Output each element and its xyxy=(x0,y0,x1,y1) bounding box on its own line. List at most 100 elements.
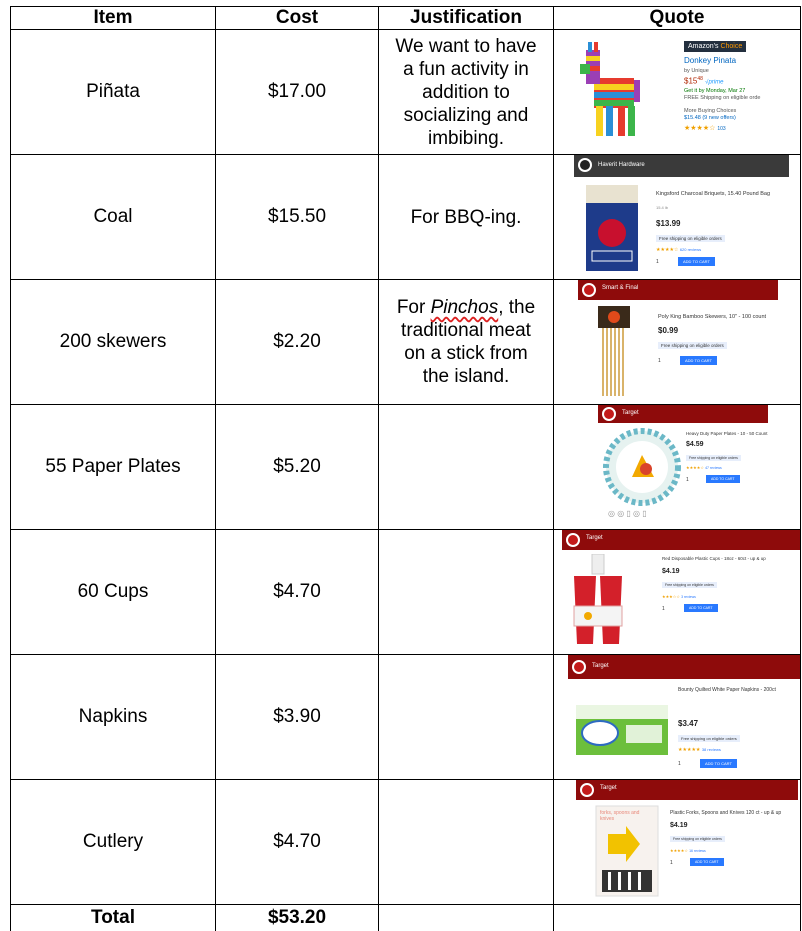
store-header: Target xyxy=(576,780,798,800)
amazon-quote-screenshot: Amazon's Choice Donkey Pinata by Unique … xyxy=(572,38,792,150)
rating-stars: ★★★★☆ 620 reviews xyxy=(656,247,702,253)
header-quote: Quote xyxy=(553,6,801,30)
cost-cell: $5.20 xyxy=(215,404,379,530)
item-cell: Napkins xyxy=(10,654,216,780)
cost-cell: $15.50 xyxy=(215,154,379,280)
pinata-image xyxy=(580,42,640,136)
quote-cell: Smart & Final Poly King Bamboo Skewers, … xyxy=(553,279,801,405)
store-logo-icon xyxy=(582,283,596,297)
cost-cell: $3.90 xyxy=(215,654,379,780)
quantity-select[interactable]: 1 xyxy=(678,761,681,767)
shipping-badge[interactable]: Free shipping on eligible orders xyxy=(662,582,717,588)
target-cups-quote-screenshot: Target Red Disposable Plastic Cups - 18o… xyxy=(562,530,800,650)
target-logo-icon xyxy=(572,660,586,674)
brand-text: by Unique xyxy=(684,68,709,74)
target-logo-icon xyxy=(566,533,580,547)
red-cups-image xyxy=(573,554,623,644)
product-title: Poly King Bamboo Skewers, 10" - 100 coun… xyxy=(658,314,767,320)
item-cell: 200 skewers xyxy=(10,279,216,405)
rating-stars: ★★★★☆ 47 reviews xyxy=(686,465,722,470)
store-header: Target xyxy=(568,655,800,679)
store-name: Haverit Hardware xyxy=(598,162,645,168)
offers-link[interactable]: $15.48 (9 new offers) xyxy=(684,115,736,121)
item-cell: 55 Paper Plates xyxy=(10,404,216,530)
header-justification: Justification xyxy=(378,6,554,30)
amazons-choice-badge: Amazon's Choice xyxy=(684,41,747,52)
target-plates-quote-screenshot: Target ◎ ◎ ▯ ◎ ▯ Heavy Duty Paper Plates… xyxy=(598,405,768,525)
quote-cell: Target Bounty Quilted White Paper Napkin… xyxy=(553,654,801,780)
shipping-badge[interactable]: Free shipping on eligible orders xyxy=(686,455,741,461)
store-header: Target xyxy=(562,530,800,550)
quote-cell: Target ◎ ◎ ▯ ◎ ▯ Heavy Duty Paper Plates… xyxy=(553,404,801,530)
target-cutlery-quote-screenshot: Target forks, spoons and knives Plastic … xyxy=(576,780,798,902)
store-name: Target xyxy=(586,535,603,541)
quantity-select[interactable]: 1 xyxy=(658,358,661,364)
product-title: Plastic Forks, Spoons and Knives 120 ct … xyxy=(670,810,782,816)
add-to-cart-button[interactable]: ADD TO CART xyxy=(680,356,717,365)
price-text: $4.19 xyxy=(670,822,688,829)
thumbnail-strip[interactable]: ◎ ◎ ▯ ◎ ▯ xyxy=(608,509,647,518)
quantity-select[interactable]: 1 xyxy=(662,606,665,612)
shipping-badge[interactable]: Free shipping on eligible orders xyxy=(670,836,725,842)
store-header: Target xyxy=(598,405,768,423)
table-row: Coal $15.50 For BBQ-ing. Haverit Hardwar… xyxy=(10,154,801,280)
header-cost: Cost xyxy=(215,6,379,30)
rating-stars: ★★★★☆ 103 xyxy=(684,125,726,132)
add-to-cart-button[interactable]: ADD TO CART xyxy=(706,475,740,483)
add-to-cart-button[interactable]: ADD TO CART xyxy=(690,858,724,866)
cost-cell: $4.70 xyxy=(215,779,379,905)
product-title: Kingsford Charcoal Briquets, 15.40 Pound… xyxy=(656,191,771,197)
package-label: forks, spoons and knives xyxy=(600,810,640,822)
product-title-link[interactable]: Donkey Pinata xyxy=(684,56,736,65)
target-logo-icon xyxy=(580,783,594,797)
justification-text: We want to have a fun activity in additi… xyxy=(395,35,537,149)
product-title: Heavy Duty Paper Plates - 10 - 50 Count xyxy=(686,431,768,436)
charcoal-bag-image xyxy=(586,185,638,271)
shipping-badge[interactable]: Free shipping on eligible orders xyxy=(658,342,727,349)
shipping-badge[interactable]: Free shipping on eligible orders xyxy=(678,735,740,742)
price-text: $13.99 xyxy=(656,219,681,228)
store-name: Target xyxy=(622,410,639,416)
store-header: Smart & Final xyxy=(578,280,778,300)
quote-cell: Haverit Hardware Kingsford Charcoal Briq… xyxy=(553,154,801,280)
price-text: $4.59 xyxy=(686,441,704,448)
justification-cell: For Pinchos, the traditional meat on a s… xyxy=(378,279,554,405)
justification-cell xyxy=(378,779,554,905)
justification-text: For xyxy=(396,297,431,318)
justification-italic: Pinchos xyxy=(430,297,499,318)
rating-stars: ★★★★★ 38 reviews xyxy=(678,747,721,753)
justification-cell: We want to have a fun activity in additi… xyxy=(378,29,554,155)
quantity-select[interactable]: 1 xyxy=(656,259,659,265)
budget-table: Item Cost Justification Quote Piñata $17… xyxy=(10,6,801,931)
shipping-badge[interactable]: Free shipping on eligible orders xyxy=(656,235,725,242)
buying-choices-text: More Buying Choices xyxy=(684,108,737,114)
table-row: Napkins $3.90 Target Bounty Quilted Whit… xyxy=(10,654,801,780)
product-title: Red Disposable Plastic Cups - 18oz - 60c… xyxy=(662,556,766,561)
add-to-cart-button[interactable]: ADD TO CART xyxy=(700,759,737,768)
justification-cell xyxy=(378,529,554,655)
justification-cell xyxy=(378,404,554,530)
store-header: Haverit Hardware xyxy=(574,155,789,177)
cost-cell: $2.20 xyxy=(215,279,379,405)
quantity-select[interactable]: 1 xyxy=(670,860,673,866)
item-cell: Cutlery xyxy=(10,779,216,905)
add-to-cart-button[interactable]: ADD TO CART xyxy=(684,604,718,612)
item-cell: Coal xyxy=(10,154,216,280)
total-cost: $53.20 xyxy=(215,904,379,931)
hardware-quote-screenshot: Haverit Hardware Kingsford Charcoal Briq… xyxy=(574,155,789,277)
justification-cell: For BBQ-ing. xyxy=(378,154,554,280)
rating-stars: ★★★★☆ 16 reviews xyxy=(670,848,706,853)
table-row: 200 skewers $2.20 For Pinchos, the tradi… xyxy=(10,279,801,405)
total-justification-cell xyxy=(378,904,554,931)
smartfinal-quote-screenshot: Smart & Final Poly King Bamboo Skewers, … xyxy=(578,280,778,400)
total-quote-cell xyxy=(553,904,801,931)
price-text: $1548 √prime xyxy=(684,76,724,86)
napkins-pack-image xyxy=(576,705,668,755)
cost-cell: $17.00 xyxy=(215,29,379,155)
quantity-select[interactable]: 1 xyxy=(686,477,689,483)
price-text: $3.47 xyxy=(678,719,699,728)
add-to-cart-button[interactable]: ADD TO CART xyxy=(678,257,715,266)
store-name: Target xyxy=(600,785,617,791)
item-cell: 60 Cups xyxy=(10,529,216,655)
table-row: 55 Paper Plates $5.20 Target ◎ ◎ ▯ ◎ ▯ H… xyxy=(10,404,801,530)
